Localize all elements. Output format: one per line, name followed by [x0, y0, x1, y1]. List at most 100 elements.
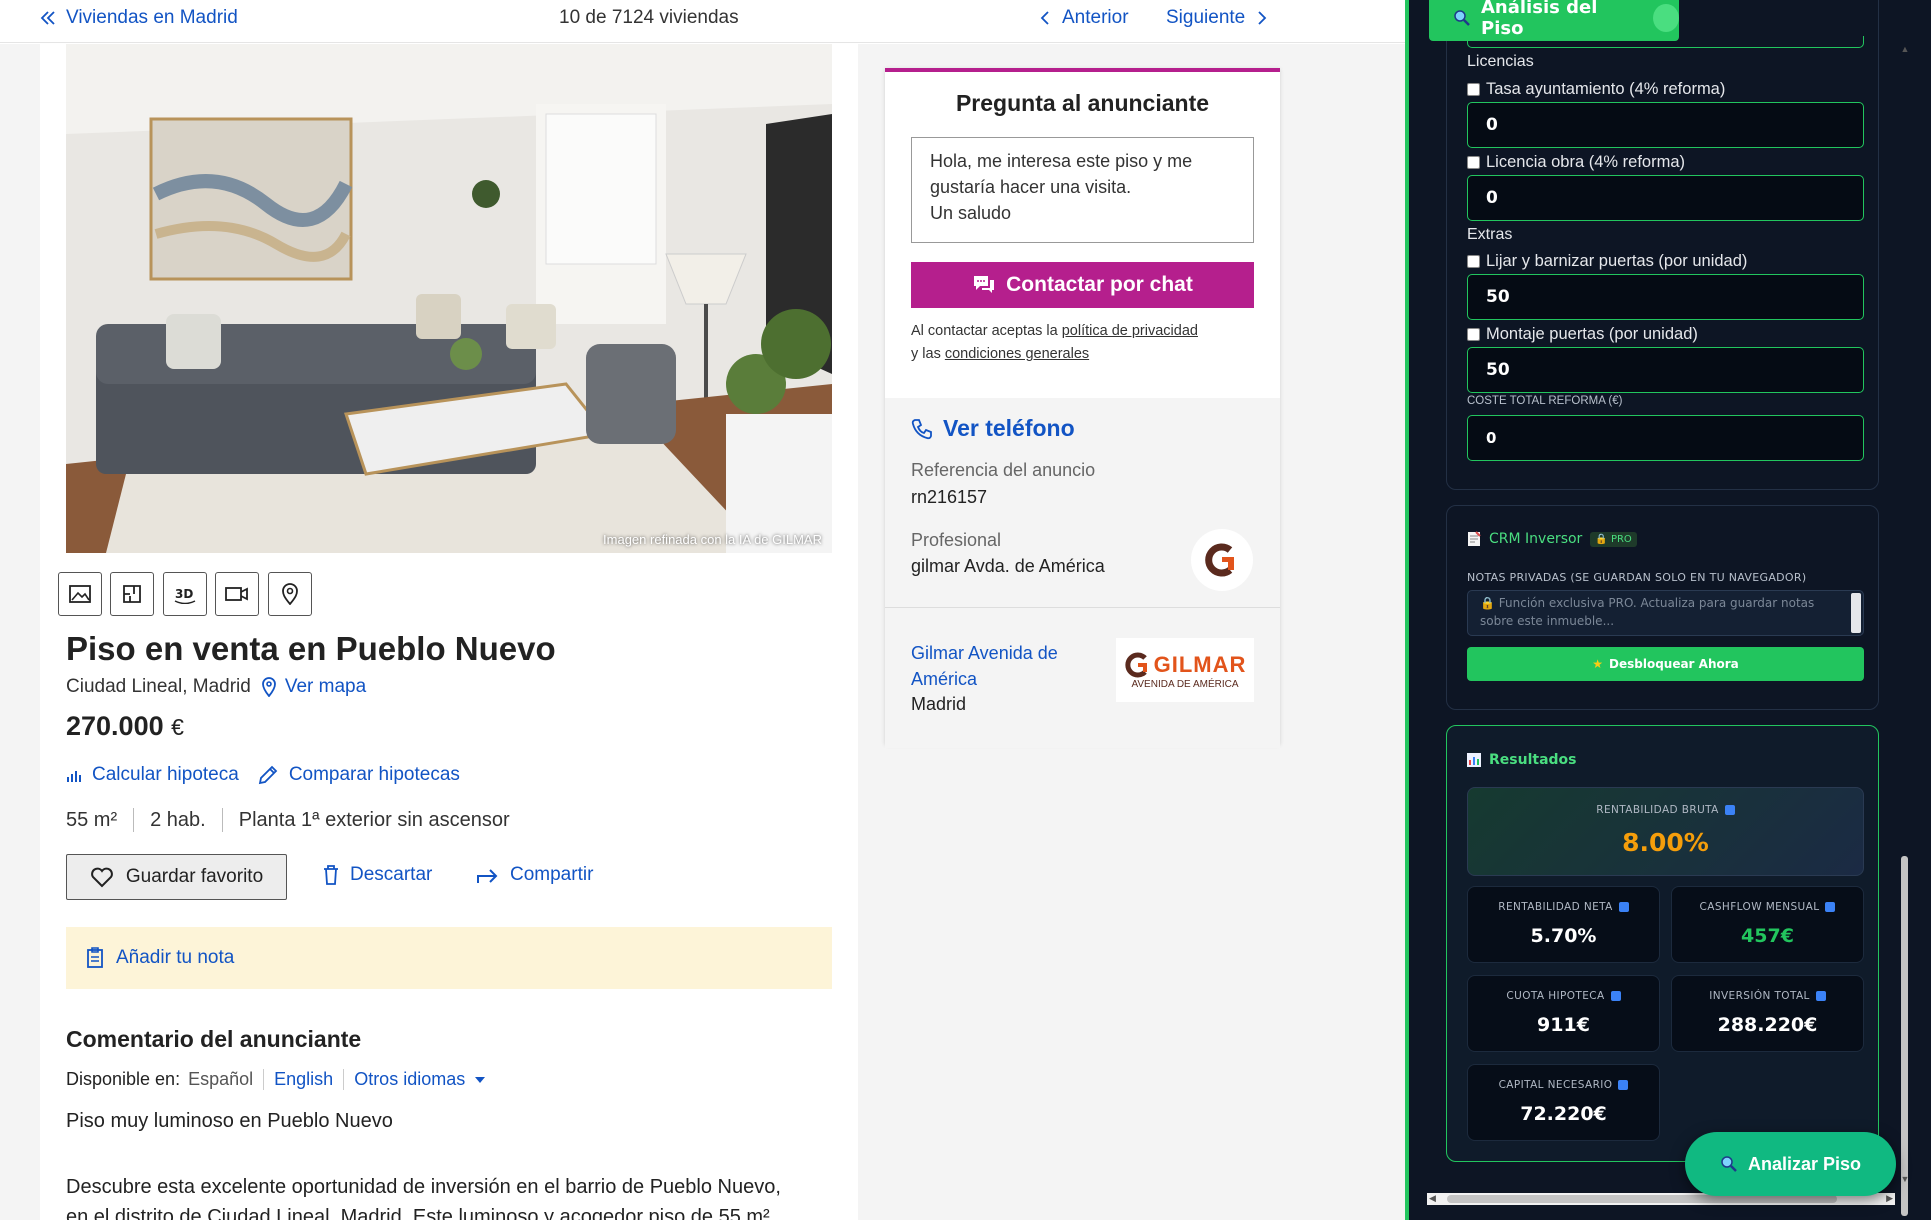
agency-logo-text: GILMAR: [1153, 651, 1247, 677]
licencia-checkbox[interactable]: [1467, 156, 1480, 169]
language-english-link[interactable]: English: [263, 1069, 343, 1090]
video-button[interactable]: [215, 572, 259, 616]
analyze-property-button[interactable]: Analizar Piso: [1685, 1132, 1896, 1196]
save-favorite-button[interactable]: Guardar favorito: [66, 854, 287, 900]
agency-name-link[interactable]: Gilmar Avenida de América: [911, 640, 1081, 692]
listing-price: 270.000 €: [66, 711, 184, 742]
gross-yield-label-row: RENTABILIDAD BRUTA: [1468, 804, 1863, 816]
svg-text:3D: 3D: [175, 587, 193, 601]
message-textarea[interactable]: Hola, me interesa este piso y me gustarí…: [911, 137, 1254, 243]
location-pin-icon: [261, 677, 277, 697]
price-currency: €: [171, 714, 184, 740]
lijar-input[interactable]: 50: [1467, 274, 1864, 320]
gross-yield-value: 8.00%: [1622, 828, 1709, 857]
licencias-heading: Licencias: [1467, 53, 1534, 70]
info-icon[interactable]: [1724, 805, 1735, 815]
save-favorite-label: Guardar favorito: [125, 866, 264, 887]
back-to-list-link[interactable]: Viviendas en Madrid: [40, 7, 238, 29]
caret-down-icon: [475, 1076, 486, 1083]
scroll-down-arrow-icon[interactable]: ▼: [1900, 1174, 1910, 1184]
map-button[interactable]: [268, 572, 312, 616]
floorplan-icon: [122, 584, 142, 604]
chevron-right-icon: [1257, 10, 1267, 26]
info-icon[interactable]: [1610, 991, 1621, 1001]
advertiser-logo: [1191, 529, 1253, 591]
living-room-photo: [66, 44, 832, 553]
photos-button[interactable]: [58, 572, 102, 616]
total-reform-input[interactable]: 0: [1467, 415, 1864, 461]
tasa-checkbox[interactable]: [1467, 83, 1480, 96]
calculate-mortgage-link[interactable]: Calcular hipoteca: [66, 764, 239, 786]
analysis-tab[interactable]: Análisis del Piso: [1429, 0, 1679, 41]
feature-divider: [221, 808, 223, 832]
private-notes-textarea[interactable]: 🔒 Función exclusiva PRO. Actualiza para …: [1467, 590, 1864, 636]
previous-label: Anterior: [1062, 7, 1129, 28]
compare-mortgage-link[interactable]: Comparar hipotecas: [257, 764, 460, 786]
unlock-now-button[interactable]: ★ Desbloquear Ahora: [1467, 647, 1864, 681]
scroll-up-arrow-icon[interactable]: ▲: [1900, 44, 1910, 54]
heart-icon: [90, 866, 114, 888]
montaje-input[interactable]: 50: [1467, 347, 1864, 393]
bar-chart-icon: [66, 767, 82, 783]
card-divider: [885, 607, 1280, 608]
chart-icon: [1467, 753, 1481, 767]
magnifier-icon: [1453, 9, 1471, 27]
mortgage-payment-card: CUOTA HIPOTECA 911€: [1467, 975, 1660, 1052]
info-icon[interactable]: [1618, 902, 1629, 912]
double-chevron-left-icon: [40, 10, 56, 26]
chevron-left-icon: [1040, 10, 1050, 26]
info-icon[interactable]: [1825, 902, 1836, 912]
info-icon[interactable]: [1618, 1080, 1629, 1090]
analyze-label: Analizar Piso: [1747, 1153, 1862, 1174]
view-phone-button[interactable]: Ver teléfono: [911, 415, 1075, 442]
previous-listing-link[interactable]: Anterior: [1040, 7, 1129, 29]
add-note-button[interactable]: Añadir tu nota: [66, 927, 832, 989]
lijar-checkbox[interactable]: [1467, 255, 1480, 268]
share-label: Compartir: [510, 864, 594, 885]
compare-mortgage-label: Comparar hipotecas: [288, 764, 460, 785]
listing-photo[interactable]: Imagen refinada con la IA de GILMAR: [66, 44, 832, 553]
licencia-input[interactable]: 0: [1467, 175, 1864, 221]
lijar-checkbox-row: Lijar y barnizar puertas (por unidad): [1467, 252, 1747, 271]
scrollbar-thumb[interactable]: [1447, 1195, 1837, 1203]
contact-chat-button[interactable]: Contactar por chat: [911, 262, 1254, 308]
terms-link[interactable]: condiciones generales: [945, 346, 1089, 362]
3d-icon: 3D: [173, 584, 197, 604]
info-icon[interactable]: [1815, 991, 1826, 1001]
net-yield-card: RENTABILIDAD NETA 5.70%: [1467, 886, 1660, 963]
scroll-left-arrow-icon[interactable]: ◀: [1429, 1193, 1436, 1204]
montaje-checkbox[interactable]: [1467, 328, 1480, 341]
floorplan-button[interactable]: [110, 572, 154, 616]
scroll-right-arrow-icon[interactable]: ▶: [1886, 1193, 1893, 1204]
tasa-input[interactable]: 0: [1467, 102, 1864, 148]
tab-status-dot: [1652, 3, 1679, 32]
memo-icon: [1467, 531, 1481, 547]
results-heading: Resultados: [1467, 752, 1577, 768]
privacy-policy-link[interactable]: política de privacidad: [1062, 323, 1198, 339]
montaje-label: Montaje puertas (por unidad): [1486, 325, 1698, 343]
next-label: Siguiente: [1166, 7, 1246, 28]
analysis-panel: Análisis del Piso Licencias Tasa ayuntam…: [1405, 0, 1931, 1220]
next-listing-link[interactable]: Siguiente: [1166, 7, 1267, 29]
available-in-label: Disponible en:: [66, 1069, 181, 1089]
chat-bubbles-icon: [972, 274, 996, 296]
other-languages-dropdown[interactable]: Otros idiomas: [343, 1069, 495, 1090]
discard-button[interactable]: Descartar: [322, 864, 432, 886]
share-arrow-icon: [476, 866, 500, 884]
panel-vertical-scrollbar[interactable]: ▲ ▼: [1899, 44, 1911, 1216]
metric-value: 457€: [1741, 925, 1794, 947]
pro-badge-label: PRO: [1610, 533, 1632, 545]
contact-card: Pregunta al anunciante Hola, me interesa…: [885, 68, 1280, 748]
view-phone-label: Ver teléfono: [943, 415, 1075, 441]
view-map-link[interactable]: Ver mapa: [261, 676, 366, 698]
feature-area: 55 m²: [66, 808, 118, 831]
montaje-checkbox-row: Montaje puertas (por unidad): [1467, 325, 1698, 344]
other-languages-label: Otros idiomas: [354, 1069, 466, 1089]
agency-logo-subtext: AVENIDA DE AMÉRICA: [1131, 678, 1239, 690]
listing-nav-bar: Viviendas en Madrid 10 de 7124 viviendas…: [0, 0, 1405, 43]
virtual-tour-button[interactable]: 3D: [163, 572, 207, 616]
notes-scrollbar[interactable]: [1851, 593, 1861, 633]
scrollbar-thumb[interactable]: [1901, 856, 1908, 1216]
share-button[interactable]: Compartir: [476, 864, 593, 886]
trash-icon: [322, 864, 340, 886]
